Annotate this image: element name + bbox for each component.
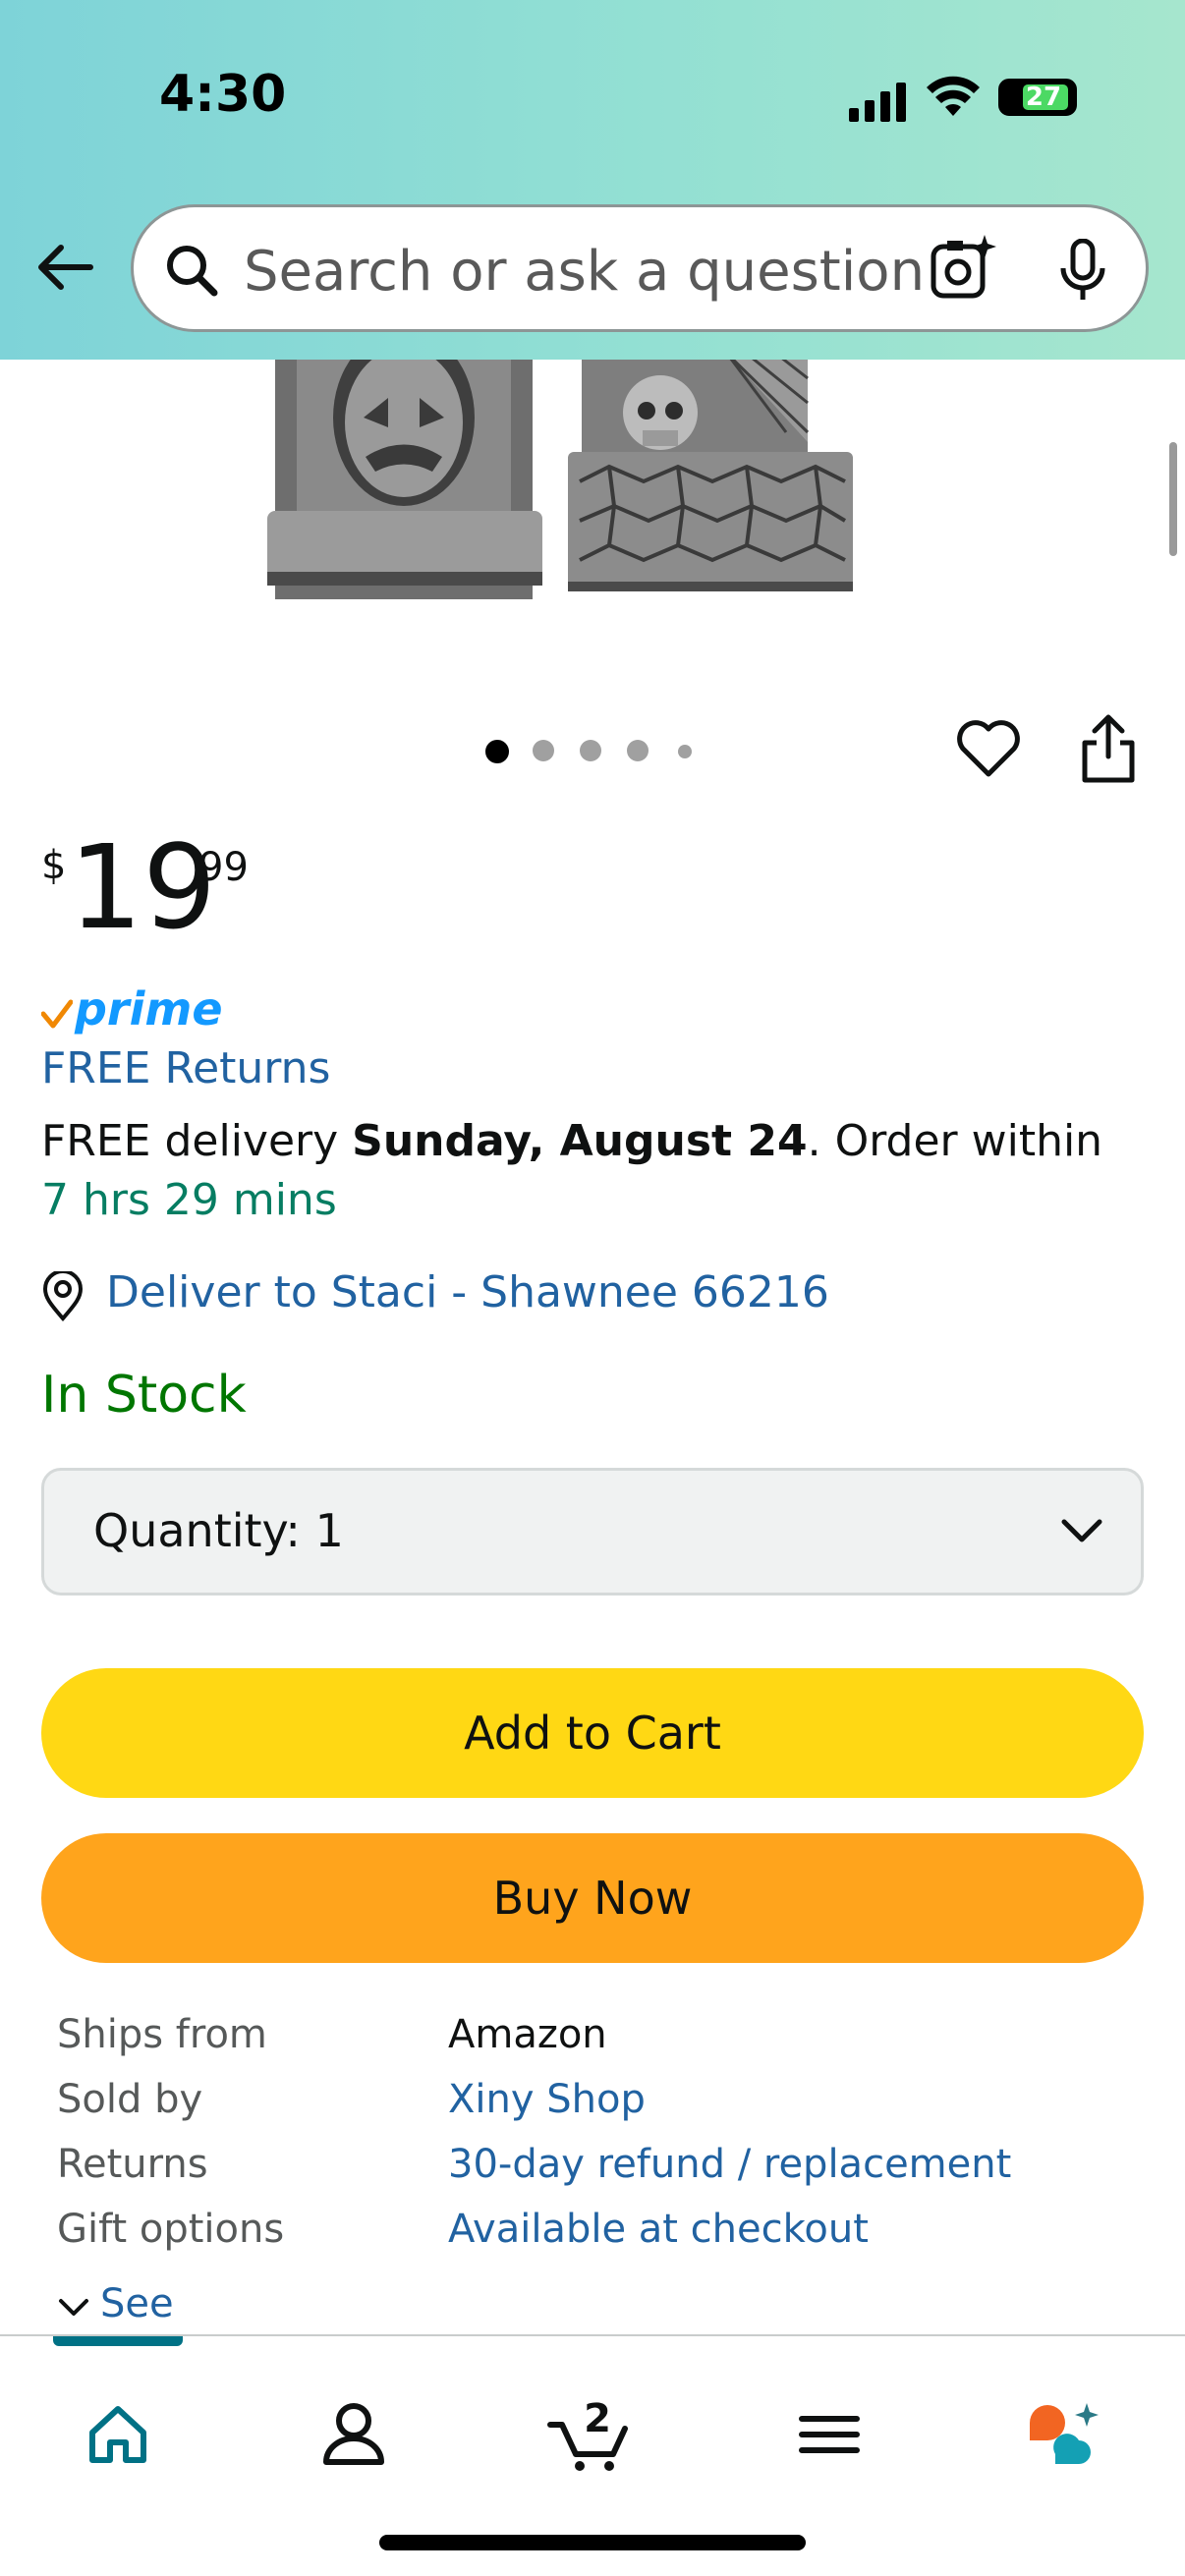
price-symbol: $ — [41, 843, 67, 888]
status-time: 4:30 — [159, 65, 287, 124]
scrollbar[interactable] — [1169, 442, 1177, 556]
header: 4:30 27 — [0, 0, 1185, 360]
location-pin-icon — [42, 1271, 84, 1322]
account-icon[interactable] — [295, 2376, 413, 2493]
detail-row-ships-from: Ships from Amazon — [57, 2012, 1138, 2077]
delivery-info: FREE delivery Sunday, August 24. Order w… — [41, 1112, 1142, 1230]
quantity-label: Quantity: 1 — [93, 1504, 344, 1557]
delivery-countdown: 7 hrs 29 mins — [41, 1175, 337, 1225]
detail-label: Gift options — [57, 2207, 285, 2252]
detail-label: Sold by — [57, 2077, 203, 2122]
home-icon[interactable] — [59, 2376, 177, 2493]
detail-label: Ships from — [57, 2012, 267, 2057]
status-icons: 27 — [849, 75, 1085, 122]
gift-options-link[interactable]: Available at checkout — [448, 2207, 869, 2252]
chevron-down-icon — [1061, 1519, 1102, 1542]
cart-icon — [547, 2422, 628, 2471]
carousel-dot[interactable] — [485, 740, 509, 763]
back-arrow-icon[interactable] — [33, 236, 96, 299]
wifi-icon — [927, 76, 980, 116]
delivery-middle: . Order within — [807, 1116, 1103, 1166]
camera-lens-icon[interactable] — [928, 233, 998, 304]
buy-now-button[interactable]: Buy Now — [41, 1833, 1144, 1963]
detail-row-sold-by: Sold by Xiny Shop — [57, 2077, 1138, 2142]
battery-icon: 27 — [998, 79, 1077, 116]
chevron-down-icon — [59, 2299, 88, 2316]
seller-link[interactable]: Xiny Shop — [448, 2077, 646, 2122]
price-fraction: 99 — [198, 845, 249, 890]
carousel-dot[interactable] — [533, 740, 554, 761]
detail-row-returns: Returns 30-day refund / replacement — [57, 2142, 1138, 2207]
detail-value: Amazon — [448, 2012, 607, 2057]
share-icon[interactable] — [1077, 713, 1140, 784]
add-to-cart-button[interactable]: Add to Cart — [41, 1668, 1144, 1798]
detail-label: Returns — [57, 2142, 208, 2187]
cart-button[interactable]: 2 — [533, 2376, 650, 2493]
prime-check-icon — [41, 999, 73, 1029]
prime-label: prime — [75, 982, 223, 1036]
product-details: Ships from Amazon Sold by Xiny Shop Retu… — [57, 2012, 1138, 2271]
detail-row-gift-options: Gift options Available at checkout — [57, 2207, 1138, 2271]
carousel-dot[interactable] — [678, 745, 692, 758]
search-bar[interactable] — [131, 204, 1149, 332]
home-indicator[interactable] — [379, 2535, 806, 2550]
carousel-dot[interactable] — [627, 740, 649, 761]
product-image[interactable] — [0, 324, 1185, 619]
microphone-icon[interactable] — [1053, 239, 1112, 302]
delivery-date: Sunday, August 24 — [352, 1116, 808, 1166]
active-tab-indicator — [53, 2336, 183, 2346]
quantity-value: 1 — [314, 1504, 344, 1557]
product-photo — [267, 329, 853, 599]
rufus-assistant-icon[interactable] — [1006, 2376, 1124, 2493]
deliver-to-label[interactable]: Deliver to Staci - Shawnee 66216 — [106, 1267, 829, 1317]
quantity-select[interactable]: Quantity: 1 — [41, 1468, 1144, 1596]
delivery-prefix: FREE delivery — [41, 1116, 353, 1166]
heart-icon[interactable] — [955, 717, 1022, 780]
returns-policy-link[interactable]: 30-day refund / replacement — [448, 2142, 1011, 2187]
search-icon — [167, 246, 218, 297]
menu-icon[interactable] — [770, 2376, 888, 2493]
price-whole: 19 — [69, 819, 217, 955]
stock-status: In Stock — [41, 1366, 247, 1425]
carousel-dot[interactable] — [580, 740, 601, 761]
image-carousel-dots[interactable] — [485, 737, 702, 766]
free-returns-link[interactable]: FREE Returns — [41, 1043, 330, 1093]
